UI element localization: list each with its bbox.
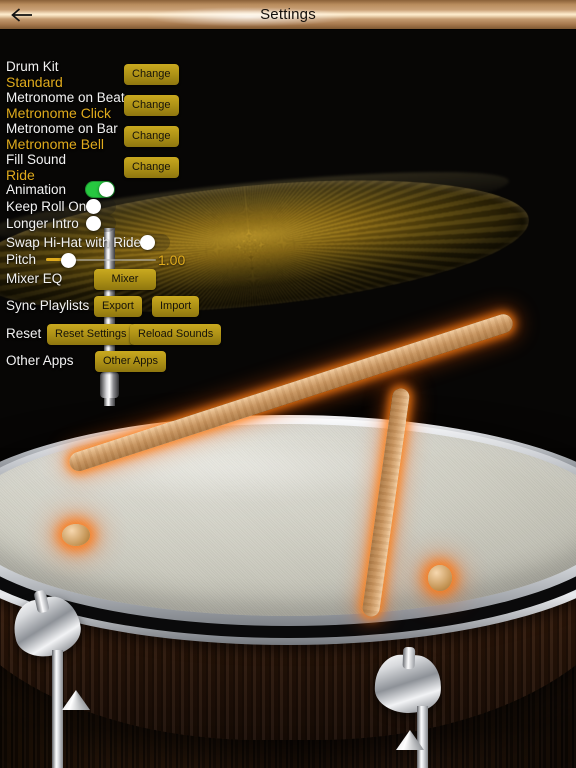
arrow-left-icon [11,7,32,22]
reset-label: Reset [6,326,42,341]
swap-hihat-ride-toggle[interactable] [140,234,170,251]
animation-label: Animation [6,182,67,197]
sync-playlists-label: Sync Playlists [6,298,90,313]
swap-hihat-ride-label: Swap Hi-Hat with Ride [6,235,142,250]
metronome-bar-change-button[interactable]: Change [124,126,179,147]
other-apps-button[interactable]: Other Apps [95,351,167,372]
keep-roll-on-toggle[interactable] [86,198,116,215]
metronome-beat-label: Metronome on Beat [6,90,125,105]
import-button[interactable]: Import [152,296,200,317]
metronome-bar-value: Metronome Bell [6,136,105,152]
drumstick-right-tip [428,565,452,591]
reset-settings-button[interactable]: Reset Settings [47,324,135,345]
drum-kit-label: Drum Kit [6,59,59,74]
metronome-beat-change-button[interactable]: Change [124,95,179,116]
metronome-bar-label: Metronome on Bar [6,121,118,136]
drum-kit-change-button[interactable]: Change [124,64,179,85]
other-apps-label: Other Apps [6,353,74,368]
toggle-knob [99,182,114,197]
tension-rod [52,650,63,768]
cymbal-stand-clutch [100,372,119,398]
metronome-beat-value: Metronome Click [6,105,112,121]
mixer-button[interactable]: Mixer [94,269,156,290]
toggle-knob [86,216,101,231]
longer-intro-label: Longer Intro [6,216,79,231]
reload-sounds-button[interactable]: Reload Sounds [130,324,222,345]
keep-roll-on-label: Keep Roll On [6,199,87,214]
app-root: Settings Drum Kit Standard Change Metron… [0,0,576,768]
drum-kit-value: Standard [6,74,63,90]
fill-sound-change-button[interactable]: Change [124,157,179,178]
pitch-slider[interactable] [46,252,156,268]
drumstick-left-tip [62,524,90,546]
lug-bolt [402,646,416,670]
fill-sound-label: Fill Sound [6,152,67,167]
toggle-knob [86,199,101,214]
longer-intro-toggle[interactable] [86,215,116,232]
title-bar: Settings [0,0,576,29]
tension-lug [374,646,442,715]
mixer-eq-label: Mixer EQ [6,271,63,286]
pitch-slider-thumb[interactable] [61,253,77,268]
pitch-label: Pitch [6,252,37,267]
toggle-knob [140,235,155,250]
fill-sound-value: Ride [6,167,35,183]
pitch-value: 1.00 [158,252,186,268]
page-title: Settings [260,6,316,23]
tension-rod [417,706,428,768]
export-button[interactable]: Export [94,296,142,317]
back-button[interactable] [4,2,40,27]
animation-toggle[interactable] [85,181,115,198]
